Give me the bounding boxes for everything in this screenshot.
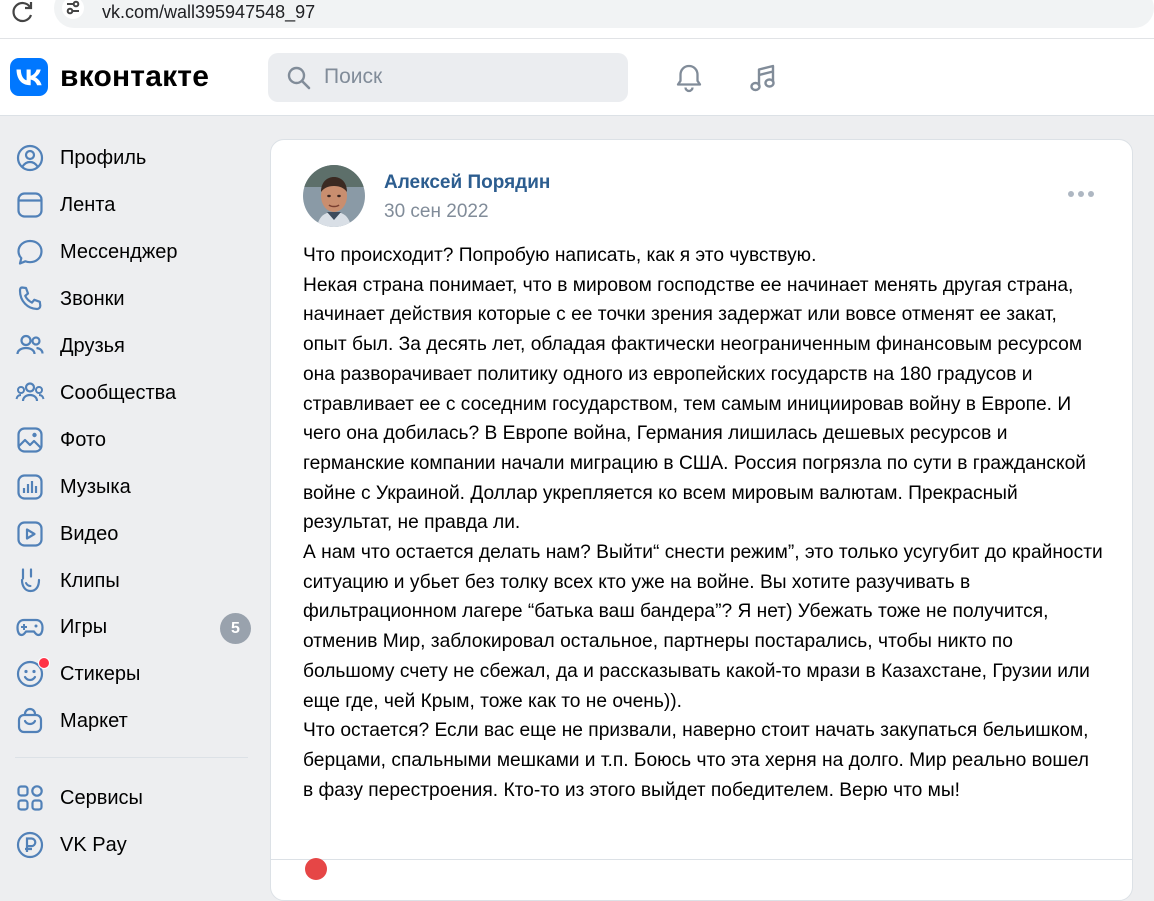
sidebar-item-friends[interactable]: Друзья bbox=[0, 325, 258, 365]
sidebar-item-vkpay[interactable]: VK Pay bbox=[0, 824, 258, 864]
vk-logo-icon[interactable] bbox=[10, 58, 48, 96]
browser-url-bar: vk.com/wall395947548_97 bbox=[0, 0, 1154, 39]
sidebar-item-music[interactable]: Музыка bbox=[0, 466, 258, 506]
sidebar-item-calls[interactable]: Звонки bbox=[0, 278, 258, 318]
sidebar-item-stickers[interactable]: Стикеры bbox=[0, 653, 258, 693]
sidebar-item-communities[interactable]: Сообщества bbox=[0, 372, 258, 412]
communities-icon bbox=[15, 382, 45, 402]
sidebar-item-label: Фото bbox=[60, 429, 106, 451]
feed-icon bbox=[17, 192, 43, 218]
sidebar-item-label: Музыка bbox=[60, 476, 131, 498]
search-icon bbox=[287, 66, 311, 90]
wall-post: Алексей Порядин 30 сен 2022 Что происход… bbox=[270, 139, 1133, 901]
messenger-icon bbox=[17, 239, 43, 265]
more-options-icon[interactable] bbox=[1066, 187, 1096, 201]
services-icon bbox=[17, 785, 43, 811]
sidebar-item-clips[interactable]: Клипы bbox=[0, 560, 258, 600]
sidebar-item-label: Игры bbox=[60, 616, 108, 638]
games-counter-badge: 5 bbox=[220, 613, 251, 644]
video-icon bbox=[17, 521, 43, 547]
music-player-icon[interactable] bbox=[746, 61, 780, 95]
sidebar-item-profile[interactable]: Профиль bbox=[0, 137, 258, 177]
sidebar-item-label: Клипы bbox=[60, 570, 120, 592]
avatar[interactable] bbox=[303, 165, 365, 227]
like-icon[interactable] bbox=[305, 858, 327, 880]
profile-icon bbox=[16, 144, 44, 172]
sidebar-item-photos[interactable]: Фото bbox=[0, 419, 258, 459]
sidebar-item-label: Звонки bbox=[60, 288, 125, 310]
sidebar-divider bbox=[15, 757, 248, 758]
sidebar-item-label: Видео bbox=[60, 523, 119, 545]
url-text[interactable]: vk.com/wall395947548_97 bbox=[102, 0, 315, 24]
sidebar-item-label: Мессенджер bbox=[60, 241, 178, 263]
site-info-icon[interactable] bbox=[60, 0, 86, 26]
sidebar-item-messenger[interactable]: Мессенджер bbox=[0, 231, 258, 271]
photo-icon bbox=[17, 427, 43, 453]
notifications-bell-icon[interactable] bbox=[673, 62, 705, 94]
post-text: Что происходит? Попробую написать, как я… bbox=[303, 245, 1103, 801]
search-input[interactable] bbox=[324, 63, 614, 91]
sidebar-item-label: Лента bbox=[60, 194, 116, 216]
sidebar-item-label: Друзья bbox=[60, 335, 125, 357]
market-icon bbox=[17, 707, 43, 734]
sidebar-item-feed[interactable]: Лента bbox=[0, 184, 258, 224]
post-author-name[interactable]: Алексей Порядин bbox=[384, 171, 550, 195]
logo-text[interactable]: вконтакте bbox=[60, 59, 209, 95]
sidebar-item-video[interactable]: Видео bbox=[0, 513, 258, 553]
post-date[interactable]: 30 сен 2022 bbox=[384, 200, 489, 224]
vkpay-icon bbox=[16, 831, 44, 859]
author-photo bbox=[303, 165, 365, 227]
sidebar-item-label: Профиль bbox=[60, 147, 147, 169]
sidebar-item-services[interactable]: Сервисы bbox=[0, 777, 258, 817]
sidebar-item-label: Сообщества bbox=[60, 382, 177, 404]
sidebar-item-label: VK Pay bbox=[60, 834, 127, 856]
friends-icon bbox=[16, 334, 44, 355]
notification-dot bbox=[38, 657, 50, 669]
music-icon bbox=[17, 474, 43, 500]
clips-icon bbox=[20, 568, 41, 593]
sidebar-item-label: Сервисы bbox=[60, 787, 143, 809]
sidebar-item-market[interactable]: Маркет bbox=[0, 700, 258, 740]
sidebar-item-games[interactable]: Игры 5 bbox=[0, 606, 258, 646]
games-icon bbox=[16, 618, 44, 637]
site-header: вконтакте bbox=[0, 39, 1154, 116]
post-footer-divider bbox=[271, 859, 1132, 860]
sidebar-item-label: Маркет bbox=[60, 710, 128, 732]
sidebar-item-label: Стикеры bbox=[60, 663, 141, 685]
phone-icon bbox=[18, 286, 42, 311]
reload-icon[interactable] bbox=[10, 0, 36, 26]
